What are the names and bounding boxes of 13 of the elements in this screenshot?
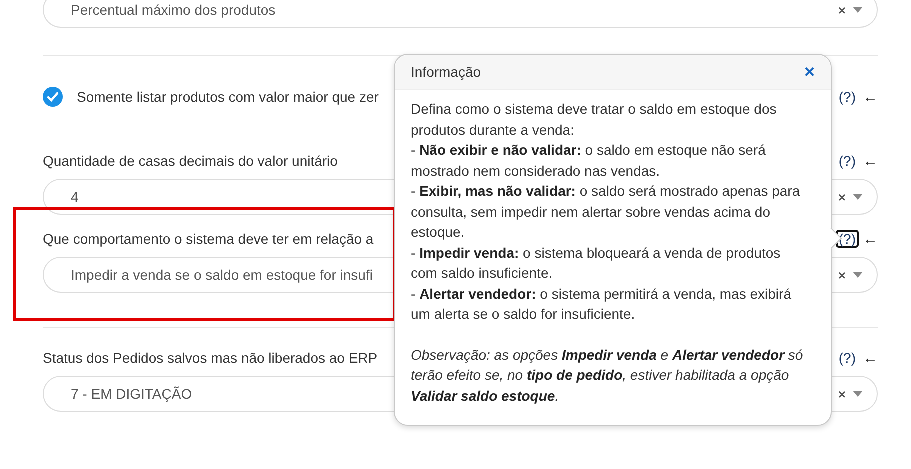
info-text: Defina como o sistema deve tratar o saldo em estoque dos produtos durante a venda:	[411, 100, 778, 140]
arrow-glyph: ←	[863, 152, 878, 170]
info-text: - Exibir, mas não validar: o saldo será mostrado apenas para consulta, sem impedir nem alertar sobre vendas acima do estoque.	[411, 182, 802, 242]
field-label: Status dos Pedidos salvos mas não liberados ao ERP	[43, 350, 378, 366]
popover-title: Informação	[411, 64, 482, 80]
arrow-glyph: ←	[863, 88, 878, 106]
arrow-glyph: ←	[863, 350, 878, 366]
note-text: Observação: as opções Impedir venda e Alertar vendedor só terão efeito se, no tipo de pedido, estiver habilitada a opção Validar saldo estoque.	[411, 346, 804, 406]
field-label: Quantidade de casas decimais do valor unitário	[43, 153, 338, 169]
arrow-glyph: ←	[863, 230, 878, 248]
info-text: - Não exibir e não validar: o saldo em estoque não será mostrado nem considerado nas vendas.	[411, 141, 767, 180]
field-label: Que comportamento o sistema deve ter em relação a	[43, 231, 374, 247]
checkbox-label: Somente listar produtos com valor maior que zer	[77, 89, 379, 105]
